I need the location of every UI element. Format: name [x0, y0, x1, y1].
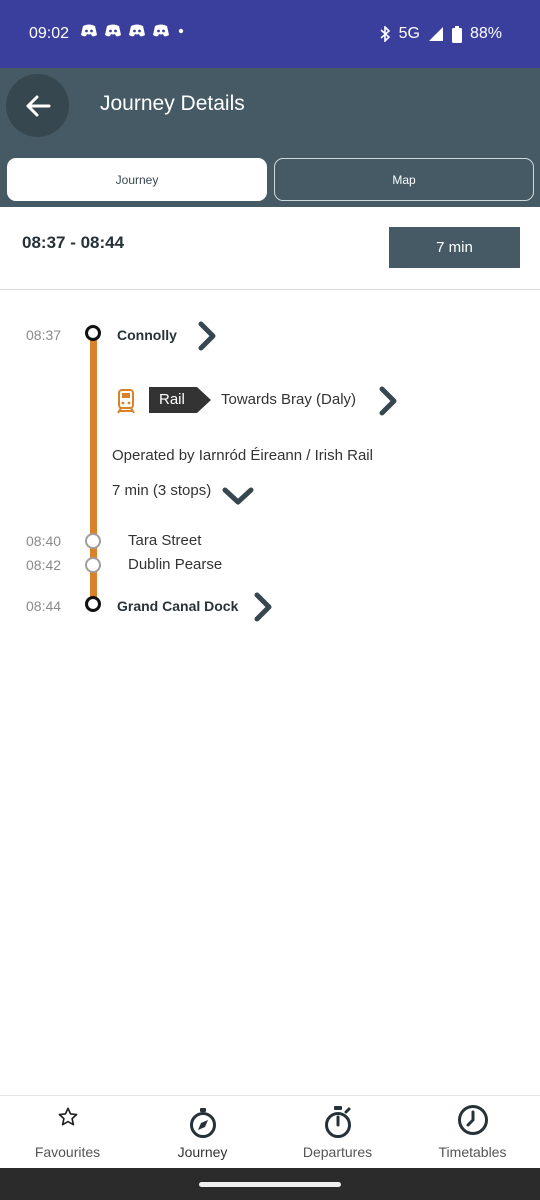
- discord-icon: [105, 24, 121, 37]
- stop-time: 08:42: [26, 557, 62, 573]
- app-bar: Journey Details: [0, 68, 540, 152]
- leg-direction: Towards Bray (Daly): [221, 391, 357, 408]
- page-title: Journey Details: [100, 92, 245, 115]
- chevron-right-icon[interactable]: [377, 385, 399, 417]
- compass-icon: [189, 1108, 216, 1138]
- clock-icon: [457, 1105, 488, 1135]
- journey-timeline: 08:37 Connolly Rail Towards Bray (Daly) …: [0, 290, 540, 650]
- origin-stop-name[interactable]: Connolly: [117, 327, 177, 343]
- origin-node: [85, 325, 101, 341]
- destination-time: 08:44: [26, 598, 62, 614]
- nav-label: Timetables: [438, 1144, 507, 1160]
- bottom-navigation: Favourites Journey Departures Timetables: [0, 1095, 540, 1168]
- origin-time: 08:37: [26, 327, 62, 343]
- nav-label: Favourites: [34, 1144, 101, 1160]
- stop-node: [85, 533, 101, 549]
- stop-name: Tara Street: [128, 532, 202, 549]
- nav-label: Departures: [302, 1144, 373, 1160]
- journey-time-range: 08:37 - 08:44: [22, 233, 125, 252]
- nav-departures[interactable]: Departures: [270, 1096, 405, 1169]
- tab-map[interactable]: Map: [274, 158, 534, 201]
- network-label: 5G: [398, 25, 420, 42]
- nav-timetables[interactable]: Timetables: [405, 1096, 540, 1169]
- discord-icon: [153, 24, 169, 37]
- train-icon: [117, 389, 135, 414]
- home-gesture-handle[interactable]: [199, 1182, 341, 1187]
- back-button[interactable]: [6, 74, 69, 137]
- status-right: 5G 88%: [379, 25, 502, 43]
- rail-mode-label: Rail: [159, 391, 185, 408]
- discord-icon: [129, 24, 145, 37]
- nav-journey[interactable]: Journey: [135, 1096, 270, 1169]
- chevron-right-icon[interactable]: [252, 591, 274, 623]
- tab-journey[interactable]: Journey: [7, 158, 267, 201]
- battery-level: 88%: [469, 25, 502, 42]
- leg-stops-summary[interactable]: 7 min (3 stops): [112, 482, 211, 499]
- tab-strip: Journey Map: [0, 152, 540, 207]
- journey-summary: 08:37 - 08:44 7 min: [0, 207, 540, 290]
- bluetooth-icon: [380, 26, 390, 42]
- nav-favourites[interactable]: Favourites: [0, 1096, 135, 1169]
- stop-time: 08:40: [26, 533, 62, 549]
- star-icon: [58, 1107, 77, 1126]
- discord-icon: [81, 24, 97, 37]
- battery-icon: [451, 25, 462, 43]
- chevron-right-icon[interactable]: [196, 320, 218, 352]
- destination-stop-name[interactable]: Grand Canal Dock: [117, 598, 238, 614]
- duration-badge: 7 min: [389, 227, 520, 268]
- gesture-bar: [0, 1168, 540, 1200]
- arrow-left-icon: [26, 95, 50, 116]
- notification-icons: [80, 24, 186, 38]
- chevron-down-icon[interactable]: [221, 485, 255, 507]
- leg-operator: Operated by Iarnród Éireann / Irish Rail: [112, 447, 373, 464]
- stopwatch-icon: [324, 1106, 351, 1138]
- status-bar: 09:02 5G 88%: [0, 0, 540, 68]
- signal-icon: [428, 27, 443, 41]
- dot-icon: [178, 28, 184, 34]
- destination-node: [85, 596, 101, 612]
- stop-node: [85, 557, 101, 573]
- status-time: 09:02: [29, 25, 70, 42]
- stop-name: Dublin Pearse: [128, 556, 223, 573]
- nav-label: Journey: [177, 1144, 228, 1160]
- rail-mode-badge: Rail: [149, 387, 211, 413]
